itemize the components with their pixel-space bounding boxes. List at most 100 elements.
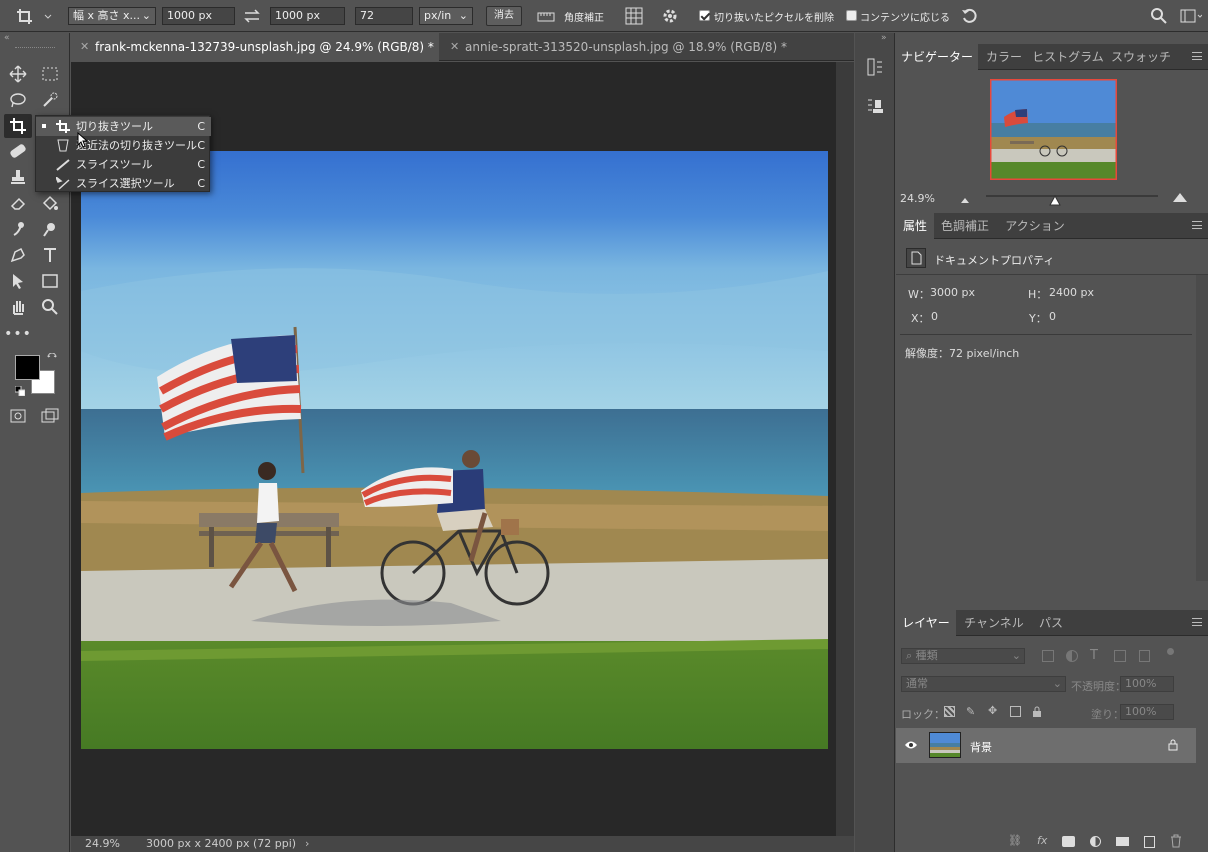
lasso-tool-icon[interactable]	[6, 89, 30, 111]
tab-layers[interactable]: レイヤー	[896, 610, 956, 636]
lock-pixels-icon[interactable]	[944, 706, 955, 717]
filter-pixel-icon[interactable]	[1042, 650, 1054, 662]
dodge-tool-icon[interactable]	[38, 218, 62, 240]
menu-item-perspective-crop[interactable]: 遠近法の切り抜きツール C	[36, 136, 211, 155]
height-field[interactable]: 1000 px	[270, 7, 345, 25]
tab-actions[interactable]: アクション	[996, 213, 1074, 239]
fill-field[interactable]: 100%	[1120, 704, 1174, 720]
zoom-tool-icon[interactable]	[38, 296, 62, 318]
marquee-tool-icon[interactable]	[38, 63, 62, 85]
delete-pixels-checkbox[interactable]	[699, 10, 710, 21]
trash-icon[interactable]	[1170, 834, 1182, 848]
menu-item-slice-select[interactable]: スライス選択ツール C	[36, 174, 211, 193]
zoom-in-icon[interactable]	[1172, 191, 1188, 203]
vertical-scrollbar[interactable]	[836, 62, 854, 836]
screen-mode-icon[interactable]	[38, 405, 62, 427]
swap-colors-icon[interactable]	[47, 352, 57, 363]
swap-icon[interactable]	[243, 8, 261, 24]
layer-filter-select[interactable]: ⌕ 種類 ⌄	[901, 648, 1025, 664]
reset-icon[interactable]	[960, 7, 980, 25]
lock-brush-icon[interactable]: ✎	[966, 705, 975, 718]
tab-histogram[interactable]: ヒストグラム	[1030, 44, 1106, 70]
chevron-right-icon[interactable]: ›	[305, 836, 309, 852]
type-tool-icon[interactable]	[38, 244, 62, 266]
eraser-tool-icon[interactable]	[6, 192, 30, 214]
tab-color[interactable]: カラー	[978, 44, 1030, 70]
document-info[interactable]: 3000 px x 2400 px (72 ppi)	[146, 836, 296, 852]
adjustment-layer-icon[interactable]	[1090, 836, 1101, 847]
filter-type-icon[interactable]: T	[1090, 648, 1098, 663]
clone-source-icon[interactable]	[866, 97, 884, 117]
move-tool-icon[interactable]	[6, 63, 30, 85]
grid-overlay-icon[interactable]	[624, 6, 644, 26]
rectangle-tool-icon[interactable]	[38, 270, 62, 292]
crop-tool-preset-icon[interactable]	[14, 6, 54, 26]
zoom-readout[interactable]: 24.9%	[85, 836, 120, 852]
history-icon[interactable]	[866, 57, 884, 77]
filter-adjustment-icon[interactable]	[1066, 650, 1078, 662]
path-selection-tool-icon[interactable]	[6, 270, 30, 292]
properties-scrollbar[interactable]	[1196, 275, 1208, 581]
search-icon[interactable]	[1150, 7, 1168, 25]
collapse-arrows-icon[interactable]: «	[4, 33, 10, 43]
tab-paths[interactable]: パス	[1032, 610, 1070, 636]
workspace-icon[interactable]	[1180, 8, 1203, 24]
layer-row[interactable]: 背景	[896, 728, 1196, 763]
paint-bucket-tool-icon[interactable]	[38, 192, 62, 214]
link-layers-icon[interactable]: ⛓	[1008, 834, 1022, 847]
filter-toggle[interactable]	[1167, 648, 1174, 655]
opacity-field[interactable]: 100%	[1120, 676, 1174, 692]
filter-shape-icon[interactable]	[1114, 650, 1126, 662]
add-mask-icon[interactable]	[1062, 836, 1075, 847]
width-field[interactable]: 1000 px	[162, 7, 235, 25]
straighten-label[interactable]: 角度補正	[564, 9, 604, 24]
resolution-field[interactable]: 72	[355, 7, 413, 25]
panel-menu-icon[interactable]	[1192, 52, 1202, 60]
lock-all-icon[interactable]	[1032, 706, 1042, 717]
panel-menu-icon[interactable]	[1192, 618, 1202, 626]
tab-annie-spratt[interactable]: ✕ annie-spratt-313520-unsplash.jpg @ 18.…	[441, 33, 791, 61]
ratio-select[interactable]: 幅 x 高さ x... ⌄	[68, 7, 156, 25]
tab-channels[interactable]: チャンネル	[956, 610, 1032, 636]
zoom-out-icon[interactable]	[960, 194, 970, 203]
close-icon[interactable]: ✕	[450, 33, 459, 61]
document-image[interactable]	[81, 151, 828, 749]
healing-brush-tool-icon[interactable]	[6, 140, 30, 162]
tab-navigator[interactable]: ナビゲーター	[896, 44, 978, 70]
panel-menu-icon[interactable]	[1192, 221, 1202, 229]
toolbar-grip[interactable]	[15, 47, 55, 50]
tab-swatches[interactable]: スウォッチ	[1106, 44, 1176, 70]
new-group-icon[interactable]	[1116, 837, 1129, 846]
crop-tool-icon[interactable]	[4, 114, 32, 138]
tab-frank-mckenna[interactable]: ✕ frank-mckenna-132739-unsplash.jpg @ 24…	[71, 33, 439, 61]
menu-item-crop[interactable]: 切り抜きツール C	[36, 117, 211, 136]
foreground-color-swatch[interactable]	[15, 355, 40, 380]
resolution-unit-select[interactable]: px/in ⌄	[419, 7, 473, 25]
smudge-tool-icon[interactable]	[6, 218, 30, 240]
lock-artboard-icon[interactable]	[1010, 706, 1021, 717]
quick-mask-icon[interactable]	[6, 405, 30, 427]
navigator-thumbnail[interactable]	[990, 79, 1117, 180]
straighten-icon[interactable]	[536, 8, 556, 24]
filter-smart-object-icon[interactable]	[1139, 650, 1150, 662]
menu-item-slice[interactable]: スライスツール C	[36, 155, 211, 174]
new-layer-icon[interactable]	[1144, 836, 1155, 848]
content-aware-checkbox[interactable]	[846, 10, 857, 21]
lock-position-icon[interactable]: ✥	[988, 704, 997, 717]
clear-button[interactable]: 消去	[486, 6, 522, 26]
collapse-arrows-icon[interactable]: »	[881, 33, 887, 43]
tab-adjustments[interactable]: 色調補正	[934, 213, 996, 239]
zoom-slider-track[interactable]	[986, 195, 1158, 197]
gear-icon[interactable]	[660, 6, 680, 26]
blend-mode-select[interactable]: 通常 ⌄	[901, 676, 1066, 692]
hand-tool-icon[interactable]	[6, 296, 30, 318]
quick-selection-tool-icon[interactable]	[38, 89, 62, 111]
navigator-zoom-value[interactable]: 24.9%	[900, 192, 935, 205]
more-tools-icon[interactable]: •••	[4, 323, 31, 345]
stamp-tool-icon[interactable]	[6, 166, 30, 188]
tab-properties[interactable]: 属性	[896, 213, 934, 239]
zoom-slider-handle[interactable]	[1048, 194, 1061, 207]
default-colors-icon[interactable]	[14, 385, 26, 397]
layer-name[interactable]: 背景	[970, 739, 992, 755]
pen-tool-icon[interactable]	[6, 244, 30, 266]
